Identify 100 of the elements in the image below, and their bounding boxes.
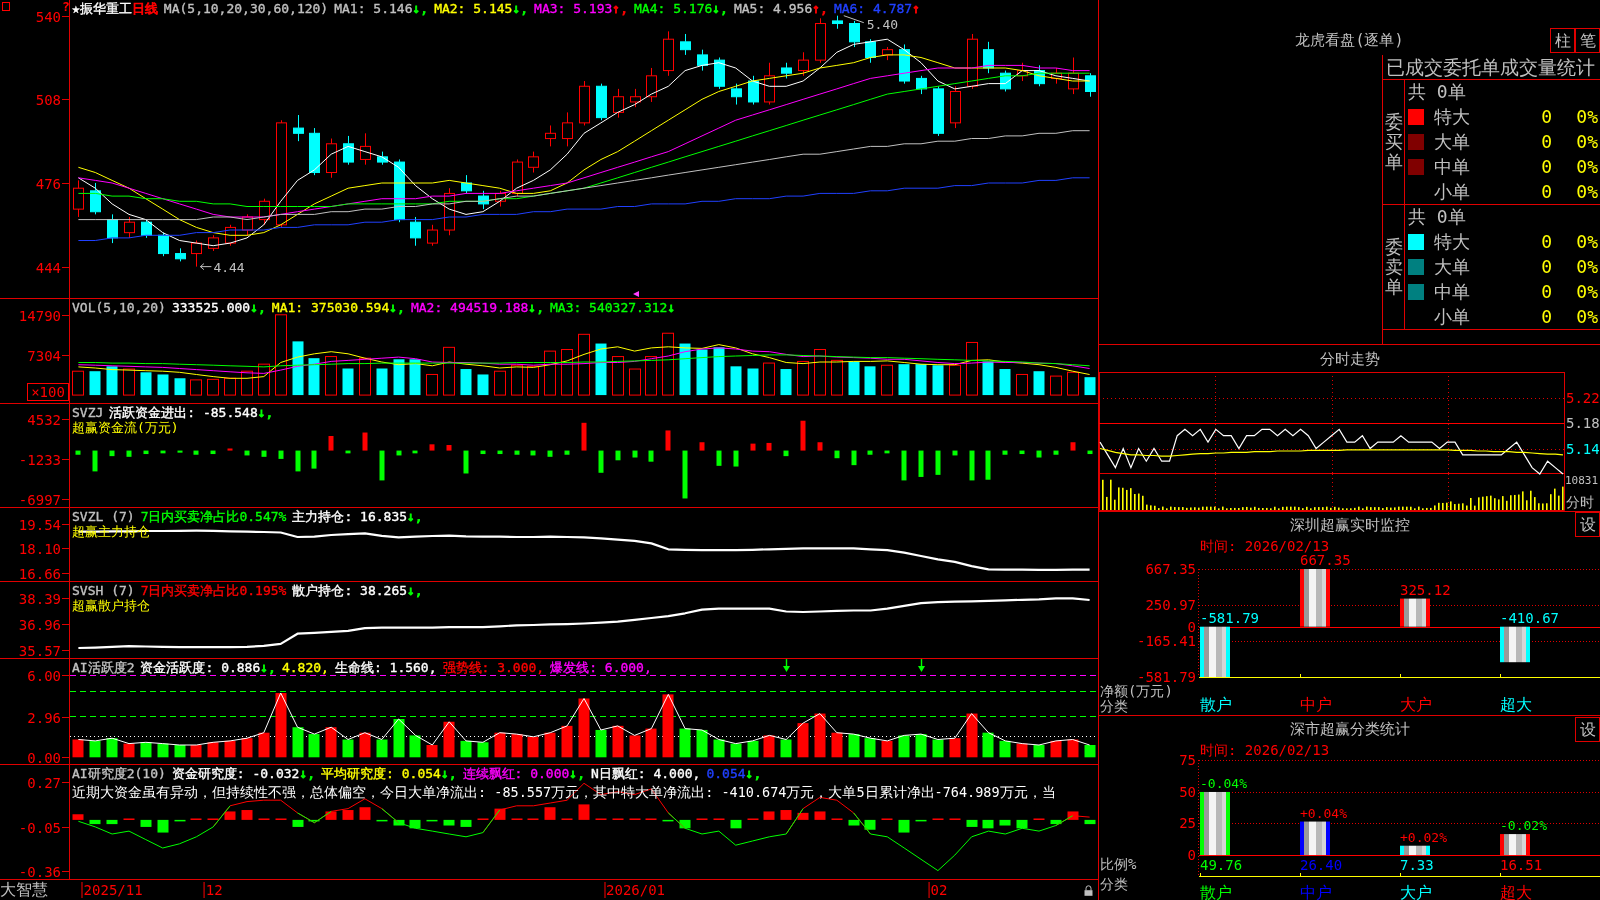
legend-label: 资金活跃度: 0.886 [140, 660, 261, 675]
legend-label: 生命线: 1.560, [334, 660, 437, 675]
axis-tick-label: 476 [35, 175, 61, 192]
square-icon [2, 2, 10, 11]
volume-bar [780, 369, 792, 396]
legend-label: AI活跃度2 [72, 660, 135, 675]
legend-label: ↓, [407, 583, 423, 598]
candle [613, 88, 624, 119]
legend-label: ↓, [745, 766, 762, 781]
arrow-left-icon [199, 263, 212, 271]
triangle-marker-icon [633, 291, 639, 297]
candle [461, 174, 472, 194]
price-annotation: 5.40 [866, 16, 899, 32]
activity-bar [325, 727, 337, 758]
chart-bar [1200, 791, 1230, 855]
axis-title: 分类 [1100, 698, 1128, 714]
research-bar [898, 819, 910, 833]
candle [175, 247, 186, 262]
axis-tick-label: 4532 [27, 411, 61, 428]
category-label: 超大 [1500, 883, 1532, 900]
chart-label: 分时 [1566, 494, 1594, 510]
axis-title: 比例% [1100, 856, 1137, 872]
order-count: 0 [1540, 132, 1552, 152]
candle [579, 80, 590, 126]
candle [1017, 62, 1028, 82]
order-count: 0 [1540, 306, 1552, 327]
legend-label: ↓ [667, 300, 676, 315]
activity-bar [275, 693, 287, 758]
volume-bar [174, 378, 186, 396]
indicator-name: 超赢资金流(万元) [72, 420, 179, 435]
order-share: 0% [1575, 132, 1598, 152]
order-share: 0% [1575, 107, 1598, 128]
candle [832, 15, 843, 30]
fund-flow-bar [564, 450, 570, 455]
activity-bar [460, 740, 472, 758]
fund-flow-bar [244, 450, 250, 456]
view-mode-button[interactable]: 笔 [1575, 28, 1600, 53]
volume-bar [443, 346, 455, 396]
research-bar [730, 819, 742, 829]
order-count: 0 [1540, 281, 1552, 302]
legend-label: MA3: 540327.312 [550, 300, 668, 315]
volume-bar [393, 359, 405, 396]
axis-tick-label: 19.54 [18, 516, 61, 533]
order-total: 共 0单 [1408, 82, 1466, 103]
axis-title: 分类 [1100, 876, 1128, 892]
activity-bar [140, 742, 152, 758]
bar-value-label: 26.40 [1300, 857, 1343, 873]
activity-bar [578, 698, 590, 758]
axis-tick-label: 0 [1187, 618, 1196, 635]
fund-flow-bar [278, 450, 284, 459]
candle [748, 75, 759, 106]
candle [326, 138, 337, 179]
legend-label: 连续飘红: 0.000 [462, 766, 570, 781]
research-bar [864, 819, 876, 830]
volume-bar [612, 356, 624, 396]
volume-bar [544, 350, 556, 396]
volume-bar [982, 361, 994, 396]
axis-tick-label: 667.35 [1145, 560, 1196, 577]
view-mode-button[interactable]: 柱 [1550, 28, 1575, 53]
candle [124, 216, 135, 239]
category-label: 大户 [1400, 883, 1432, 900]
settings-button[interactable]: 设 [1575, 512, 1600, 537]
panel-title: 深圳超赢实时监控 [1289, 515, 1410, 534]
volume-bar [140, 372, 152, 396]
research-bar [106, 819, 118, 825]
fund-flow-bar [227, 448, 233, 451]
volume-bar [460, 369, 472, 396]
fund-flow-bar [1036, 450, 1042, 458]
fund-flow-bar [497, 450, 503, 455]
volume-bar [292, 341, 304, 396]
settings-button[interactable]: 设 [1575, 717, 1600, 742]
legend-label: MA2: 494519.188 [410, 300, 529, 315]
research-bar [325, 811, 337, 820]
legend-label: MA2: 5.145 [434, 1, 513, 16]
activity-bar [258, 732, 270, 758]
axis-tick-label: 36.96 [18, 616, 61, 633]
legend-label: ↓, [257, 405, 274, 420]
activity-bar [342, 739, 354, 758]
panel-title: 分时走势 [1319, 349, 1380, 368]
order-count: 0 [1540, 232, 1552, 253]
legend-label: MA1: 375030.594 [271, 300, 390, 315]
activity-bar [1067, 739, 1079, 758]
research-bar [140, 819, 152, 827]
volume-bar [207, 378, 219, 396]
research-bar [578, 804, 590, 820]
activity-bar [224, 740, 236, 758]
order-size-label: 大单 [1434, 132, 1471, 152]
activity-bar [864, 738, 876, 758]
candle [377, 151, 388, 166]
candle [242, 213, 253, 236]
fund-flow-bar [632, 450, 638, 458]
legend-label: MA6: 4.787 [833, 1, 913, 16]
volume-bar [730, 366, 742, 396]
candle [899, 43, 910, 85]
activity-bar [527, 736, 539, 758]
price-annotation: 4.44 [213, 259, 245, 275]
help-mark: ? [62, 0, 70, 14]
change-label: +0.02% [1400, 829, 1447, 845]
volume-bar [864, 366, 876, 396]
candle [478, 190, 489, 210]
